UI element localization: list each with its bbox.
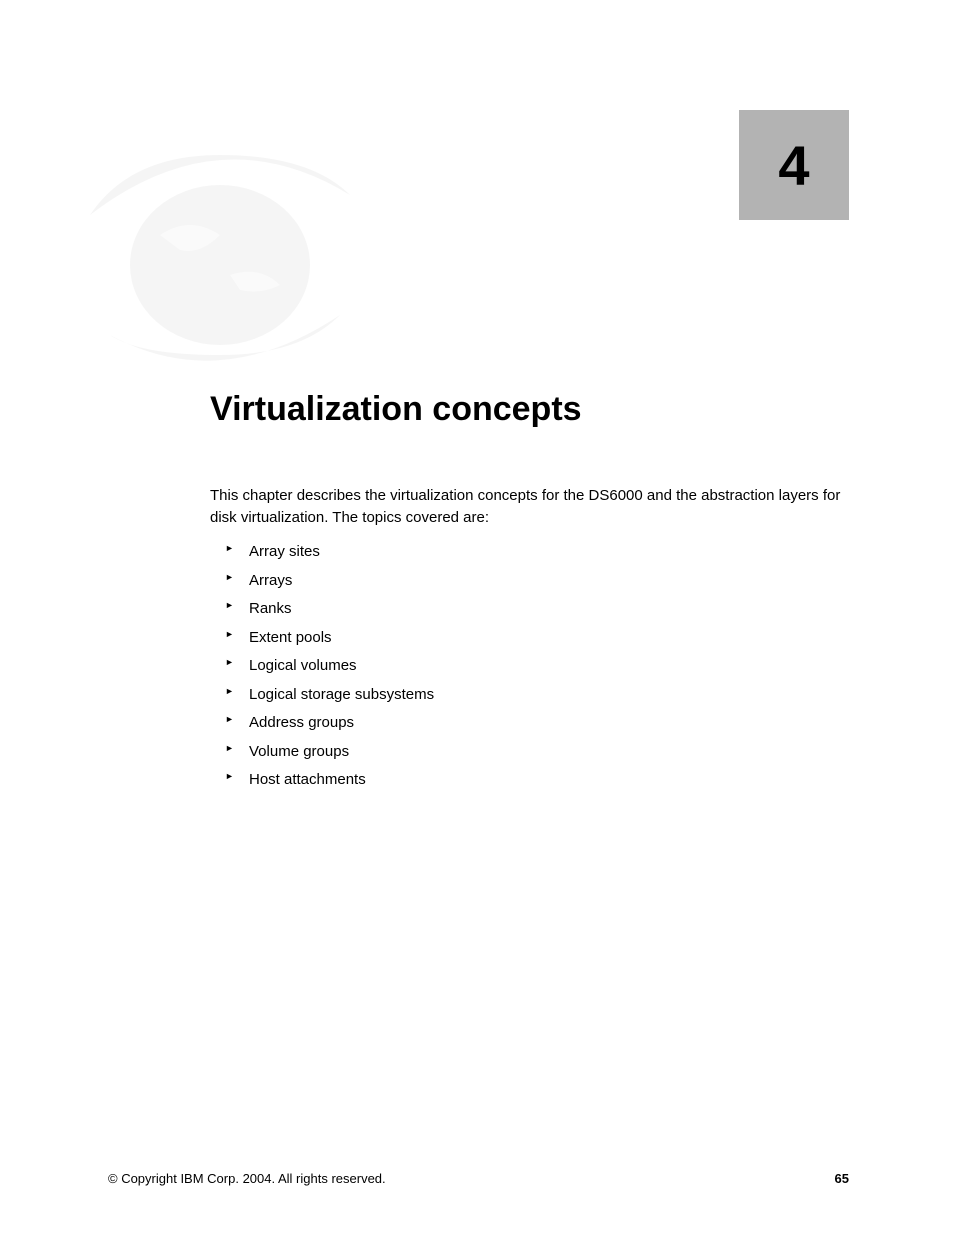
list-item: Arrays [225, 567, 434, 596]
copyright-text: © Copyright IBM Corp. 2004. All rights r… [108, 1171, 386, 1186]
list-item: Host attachments [225, 766, 434, 795]
background-watermark [50, 95, 390, 395]
page-footer: © Copyright IBM Corp. 2004. All rights r… [108, 1171, 849, 1186]
list-item: Logical storage subsystems [225, 681, 434, 710]
chapter-title: Virtualization concepts [210, 390, 582, 429]
list-item: Volume groups [225, 738, 434, 767]
intro-paragraph: This chapter describes the virtualizatio… [210, 485, 849, 529]
chapter-number: 4 [778, 133, 809, 198]
list-item: Ranks [225, 595, 434, 624]
page-number: 65 [835, 1171, 849, 1186]
chapter-number-box: 4 [739, 110, 849, 220]
list-item: Logical volumes [225, 652, 434, 681]
topic-list: Array sites Arrays Ranks Extent pools Lo… [225, 538, 434, 795]
list-item: Address groups [225, 709, 434, 738]
list-item: Array sites [225, 538, 434, 567]
list-item: Extent pools [225, 624, 434, 653]
globe-swoosh-icon [50, 95, 390, 395]
